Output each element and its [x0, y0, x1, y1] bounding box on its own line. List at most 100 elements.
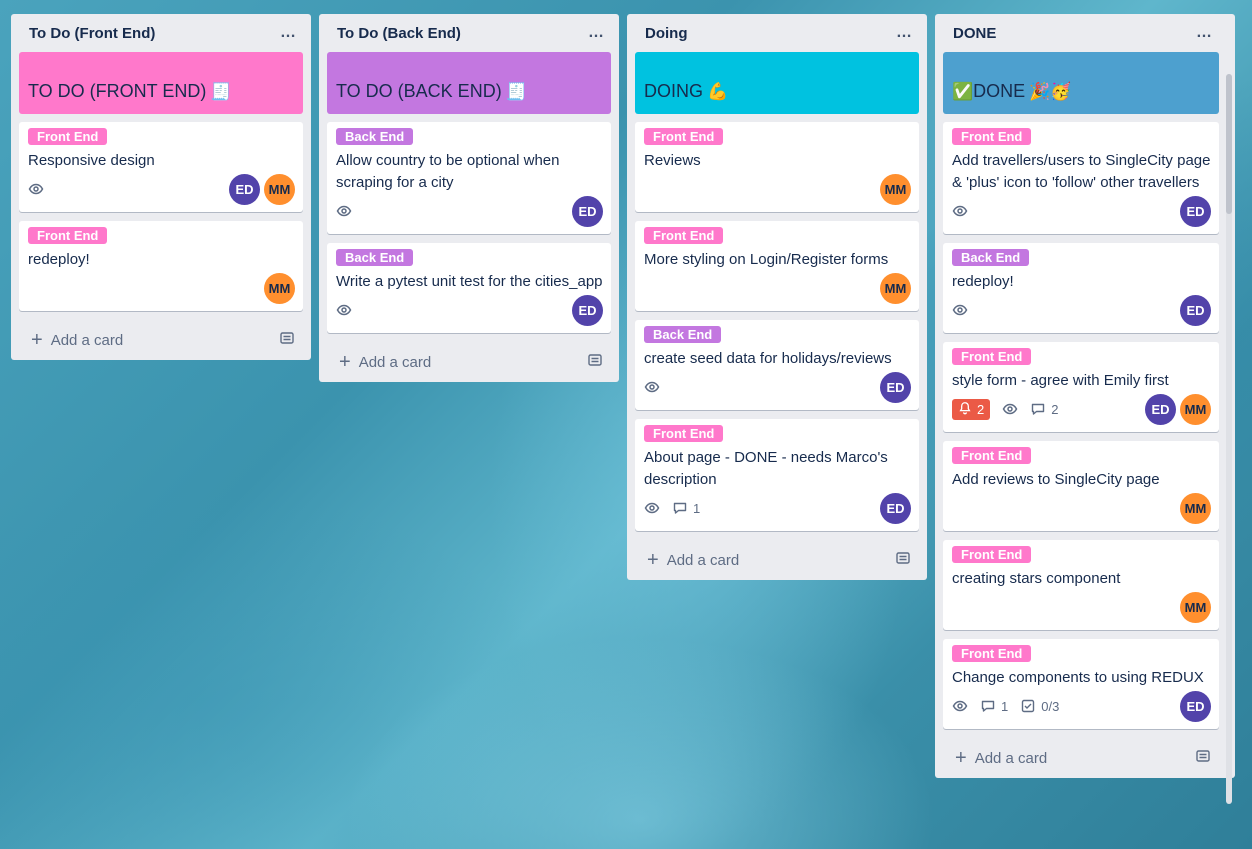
plus-icon: + — [31, 329, 43, 351]
bell-icon — [958, 401, 972, 418]
comment-icon — [980, 698, 996, 714]
list-menu-icon[interactable]: … — [276, 24, 301, 42]
list-0: To Do (Front End) … TO DO (FRONT END) 🧾 Fron… — [11, 14, 311, 360]
card-badges: 1 — [644, 500, 700, 516]
avatar[interactable]: MM — [1180, 492, 1211, 524]
avatar[interactable]: ED — [1180, 294, 1211, 326]
cover-card[interactable]: TO DO (FRONT END) 🧾 — [19, 52, 303, 114]
card[interactable]: Back End Allow country to be optional whe… — [327, 122, 611, 234]
add-card-left[interactable]: + Add a card — [955, 748, 1047, 768]
card[interactable]: Front End More styling on Login/Register … — [635, 221, 919, 311]
eye-icon — [952, 698, 968, 714]
cover-card[interactable]: ✅ DONE 🎉🥳 — [943, 52, 1219, 114]
card[interactable]: Front End About page - DONE - needs Marco… — [635, 419, 919, 531]
list-header: To Do (Front End) … — [19, 14, 303, 52]
card-footer: ED — [644, 370, 911, 404]
card[interactable]: Back End redeploy! ED — [943, 243, 1219, 333]
comment-count: 2 — [1051, 401, 1059, 417]
add-card-button[interactable]: + Add a card — [19, 320, 303, 360]
list-title[interactable]: Doing — [645, 25, 688, 42]
card-template-icon[interactable] — [895, 550, 911, 570]
cover-emoji: 🧾 — [505, 82, 527, 102]
list-header: Doing … — [635, 14, 919, 52]
card[interactable]: Front End Add reviews to SingleCity page M… — [943, 441, 1219, 531]
plus-icon: + — [955, 747, 967, 769]
list-menu-icon[interactable]: … — [1192, 24, 1217, 42]
card-members: ED — [1180, 690, 1211, 722]
avatar[interactable]: ED — [1180, 195, 1211, 227]
cover-card[interactable]: TO DO (BACK END) 🧾 — [327, 52, 611, 114]
list-scrollbar[interactable] — [1226, 74, 1232, 804]
avatar[interactable]: MM — [880, 272, 911, 304]
card[interactable]: Front End style form - agree with Emily f… — [943, 342, 1219, 432]
card[interactable]: Front End creating stars component MM — [943, 540, 1219, 630]
avatar[interactable]: MM — [1180, 393, 1211, 425]
list-header: DONE … — [943, 14, 1219, 52]
card[interactable]: Front End Add travellers/users to SingleC… — [943, 122, 1219, 234]
add-card-button[interactable]: + Add a card — [635, 540, 919, 580]
eye-icon — [336, 203, 352, 219]
avatar[interactable]: ED — [572, 294, 603, 326]
notification-count: 2 — [977, 401, 985, 417]
cover-emoji: 🎉🥳 — [1029, 82, 1072, 102]
list-menu-icon[interactable]: … — [584, 24, 609, 42]
card-label: Front End — [952, 645, 1032, 662]
comment-count: 1 — [693, 500, 701, 516]
card-badges — [336, 302, 352, 318]
card[interactable]: Back End Write a pytest unit test for the… — [327, 243, 611, 333]
avatar[interactable]: ED — [880, 492, 911, 524]
card-title: redeploy! — [28, 251, 90, 268]
avatar[interactable]: MM — [1180, 591, 1211, 623]
list-title[interactable]: DONE — [953, 25, 996, 42]
card-template-icon[interactable] — [279, 330, 295, 350]
avatar[interactable]: ED — [880, 371, 911, 403]
scrollbar-thumb[interactable] — [1226, 74, 1232, 214]
checklist-badge: 0/3 — [1020, 698, 1059, 714]
card[interactable]: Front End Change components to using REDU… — [943, 639, 1219, 729]
list-title[interactable]: To Do (Front End) — [29, 25, 155, 42]
card-members: ED — [572, 195, 603, 227]
add-card-label: Add a card — [358, 353, 432, 371]
card-title: Add travellers/users to SingleCity page … — [952, 152, 1211, 191]
card-title: style form - agree with Emily first — [952, 372, 1169, 389]
add-card-button[interactable]: + Add a card — [327, 342, 611, 382]
card[interactable]: Front End Responsive design ED MM — [19, 122, 303, 212]
cover-emoji: 🧾 — [210, 82, 232, 102]
avatar[interactable]: ED — [1145, 393, 1176, 425]
card-members: ED MM — [229, 173, 295, 205]
avatar[interactable]: ED — [1180, 690, 1211, 722]
comment-count: 1 — [1001, 698, 1009, 714]
card-footer: ED — [952, 293, 1211, 327]
card-footer: ED — [952, 194, 1211, 228]
avatar[interactable]: MM — [264, 272, 295, 304]
card[interactable]: Front End Reviews MM — [635, 122, 919, 212]
cover-text: DONE — [973, 81, 1026, 101]
add-card-left[interactable]: + Add a card — [31, 330, 123, 350]
card-label: Front End — [28, 128, 108, 145]
card-template-icon[interactable] — [1195, 748, 1211, 768]
card[interactable]: Front End redeploy! MM — [19, 221, 303, 311]
card-template-icon[interactable] — [587, 352, 603, 372]
card-footer: MM — [644, 172, 911, 206]
add-card-button[interactable]: + Add a card — [943, 738, 1219, 778]
avatar[interactable]: ED — [229, 173, 260, 205]
avatar[interactable]: MM — [264, 173, 295, 205]
card-badges — [952, 203, 968, 219]
card-footer: 1 ED — [644, 491, 911, 525]
add-card-left[interactable]: + Add a card — [647, 550, 739, 570]
avatar[interactable]: MM — [880, 173, 911, 205]
list-title[interactable]: To Do (Back End) — [337, 25, 461, 42]
eye-icon — [952, 203, 968, 219]
card[interactable]: Back End create seed data for holidays/re… — [635, 320, 919, 410]
avatar[interactable]: ED — [572, 195, 603, 227]
card-badges — [28, 181, 44, 197]
list-3: DONE … ✅ DONE 🎉🥳 Front End Add travellers/user… — [935, 14, 1235, 804]
list-menu-icon[interactable]: … — [892, 24, 917, 42]
card-members: MM — [880, 272, 911, 304]
cover-card[interactable]: DOING 💪 — [635, 52, 919, 114]
card-label: Front End — [952, 128, 1032, 145]
card-badges: 22 — [952, 398, 1059, 420]
add-card-left[interactable]: + Add a card — [339, 352, 431, 372]
card-members: ED — [572, 294, 603, 326]
cover-text: TO DO (FRONT END) — [28, 81, 207, 101]
